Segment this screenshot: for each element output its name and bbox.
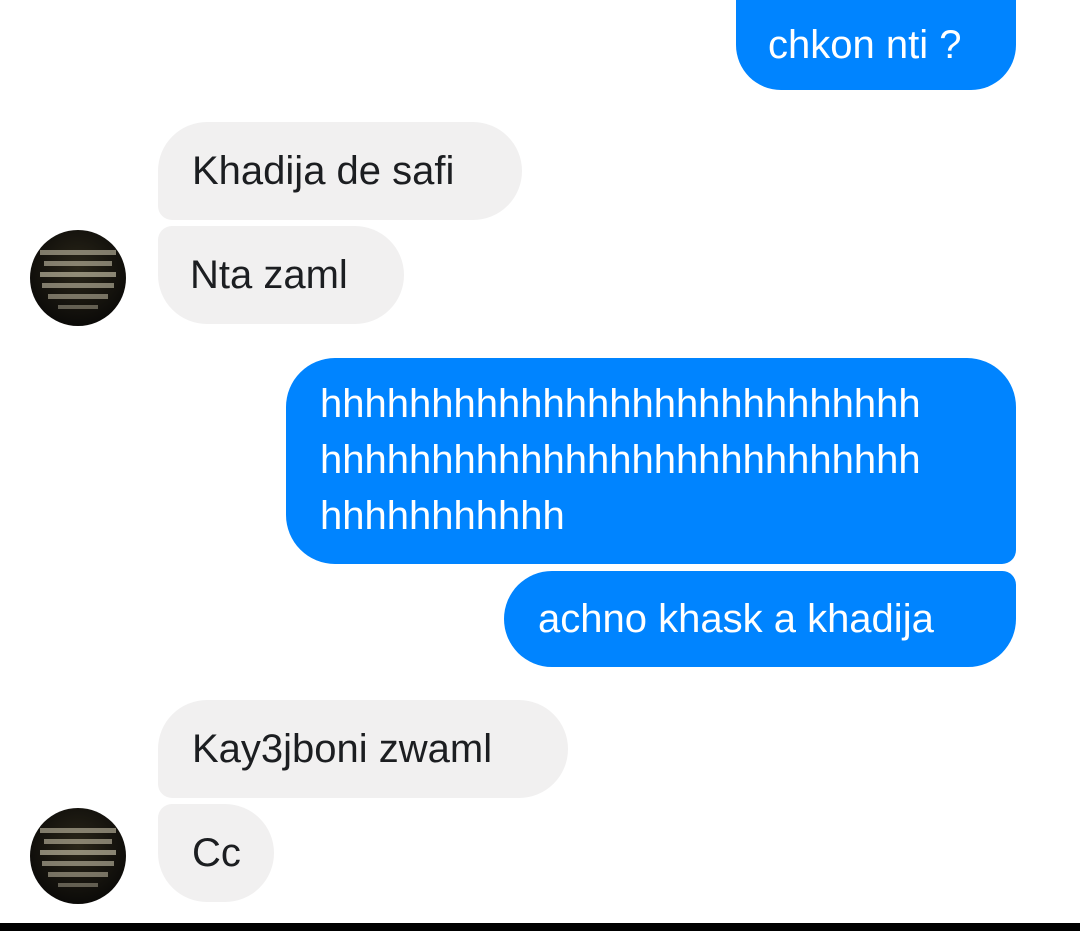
message-line: hhhhhhhhhhhhhhhhhhhhhhhhhhh <box>320 382 921 426</box>
message-bubble-received[interactable]: Nta zaml <box>158 226 404 324</box>
message-line: hhhhhhhhhhhhhhhhhhhhhhhhhhh <box>320 438 921 482</box>
message-text: achno khask a khadija <box>538 597 934 641</box>
contact-avatar[interactable] <box>30 230 126 326</box>
avatar-image <box>30 808 126 904</box>
message-text: Kay3jboni zwaml <box>192 727 493 771</box>
message-text: Nta zaml <box>190 253 348 297</box>
message-bubble-sent[interactable]: achno khask a khadija <box>504 571 1016 667</box>
bottom-border <box>0 923 1080 931</box>
message-bubble-received[interactable]: Kay3jboni zwaml <box>158 700 568 798</box>
message-bubble-sent[interactable]: chkon nti ? <box>736 0 1016 90</box>
message-text: Cc <box>192 831 241 875</box>
message-text: Khadija de safi <box>192 149 455 193</box>
message-line: hhhhhhhhhhh <box>320 494 565 538</box>
message-text: chkon nti ? <box>768 23 962 67</box>
avatar-image <box>30 230 126 326</box>
message-bubble-sent[interactable]: hhhhhhhhhhhhhhhhhhhhhhhhhhh hhhhhhhhhhhh… <box>286 358 1016 564</box>
message-bubble-received[interactable]: Cc <box>158 804 274 902</box>
message-bubble-received[interactable]: Khadija de safi <box>158 122 522 220</box>
contact-avatar[interactable] <box>30 808 126 904</box>
